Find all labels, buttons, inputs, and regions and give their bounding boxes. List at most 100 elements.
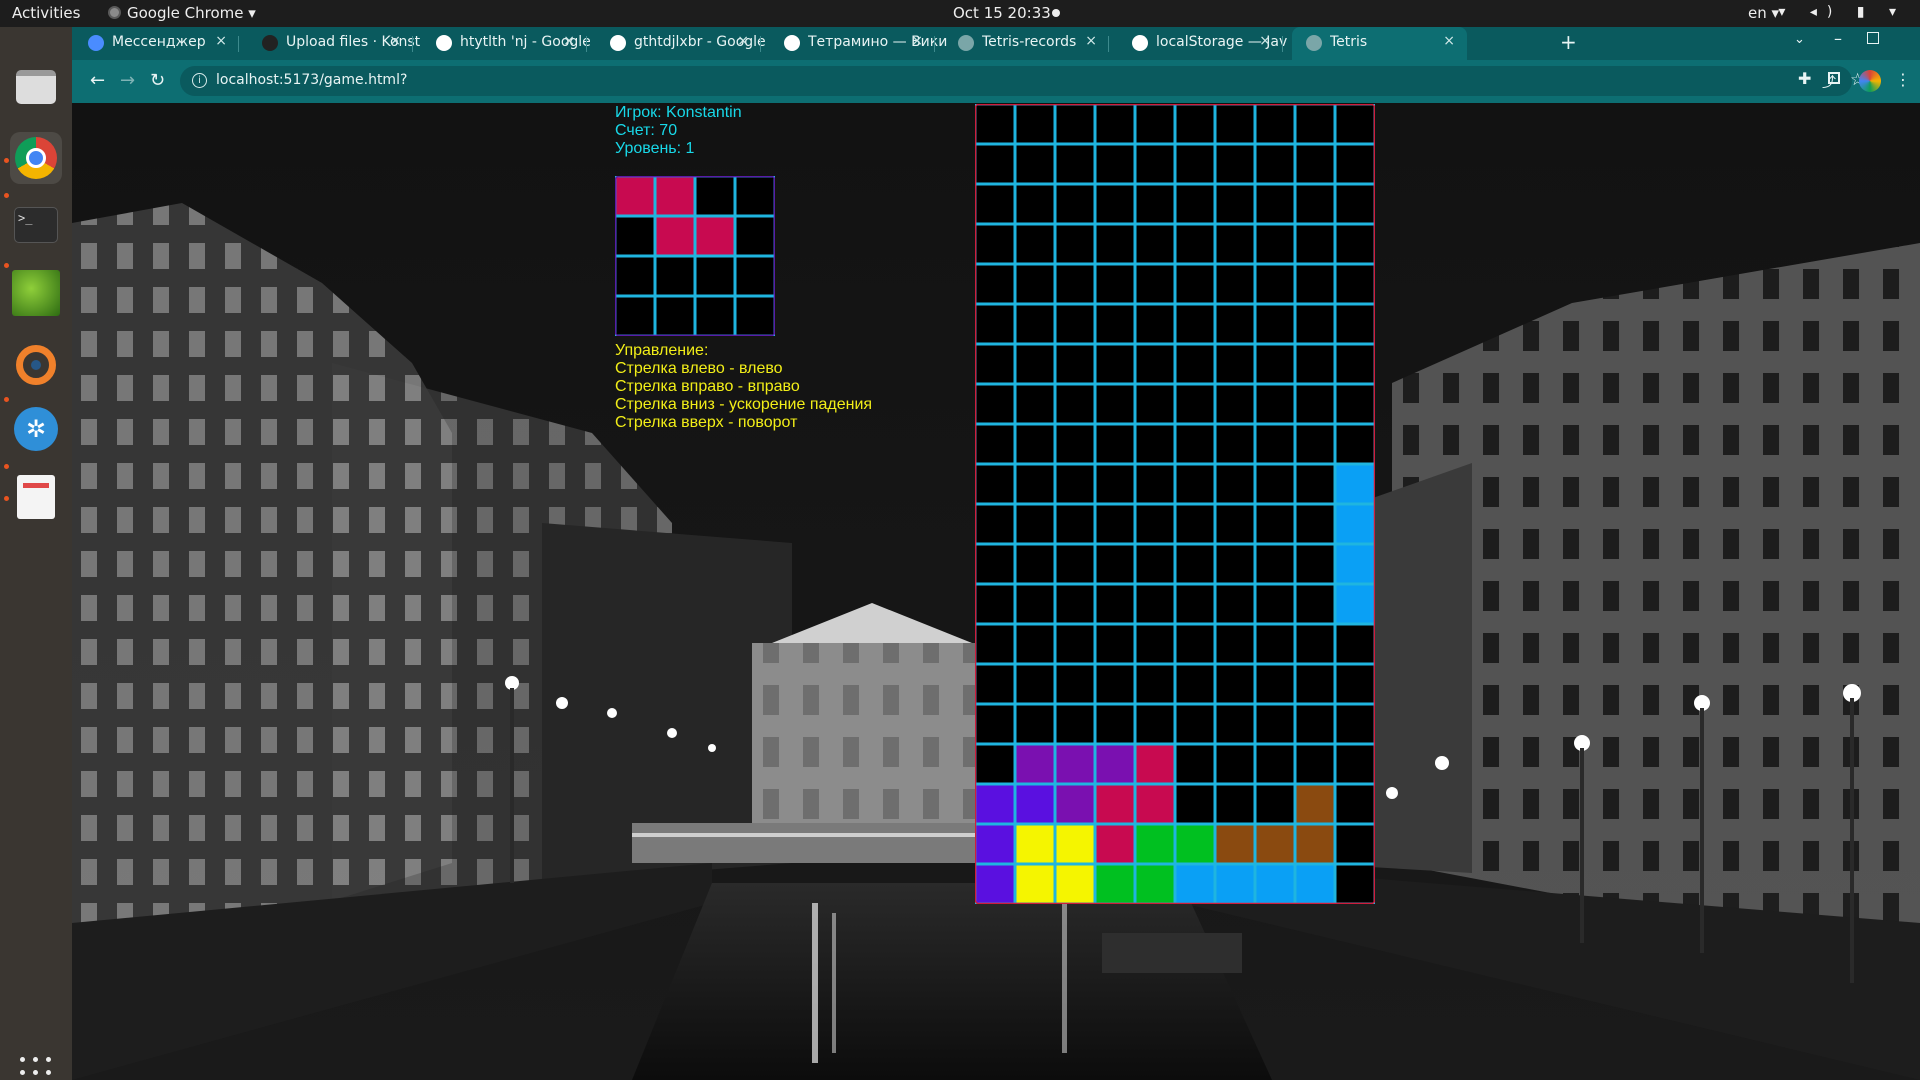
reload-icon[interactable]: ↻ — [150, 70, 165, 91]
board-empty-cell — [975, 104, 1015, 144]
tab-search-chevron-icon[interactable]: ⌄ — [1794, 32, 1805, 47]
board-empty-cell — [1135, 704, 1175, 744]
board-empty-cell — [1295, 344, 1335, 384]
language-indicator[interactable]: en ▾ — [1748, 4, 1779, 22]
board-empty-cell — [1215, 264, 1255, 304]
board-block — [1295, 784, 1335, 824]
clock[interactable]: Oct 15 20:33 — [953, 4, 1051, 22]
tab-title: Тетрамино — Вики — [808, 34, 948, 50]
tab-close-icon[interactable]: × — [1259, 33, 1271, 49]
board-empty-cell — [1135, 584, 1175, 624]
board-empty-cell — [1215, 624, 1255, 664]
tab-6[interactable]: Tetris-records × — [944, 27, 1109, 60]
controls-title: Управление: — [615, 342, 709, 359]
board-empty-cell — [1015, 184, 1055, 224]
board-empty-cell — [1295, 304, 1335, 344]
board-block — [1055, 784, 1095, 824]
board-empty-cell — [975, 704, 1015, 744]
tetris-board[interactable] — [975, 104, 1375, 904]
show-apps-grid-icon[interactable] — [20, 1057, 52, 1080]
board-empty-cell — [1095, 664, 1135, 704]
dock-kde-app[interactable]: ✲ — [10, 403, 62, 455]
board-empty-cell — [1175, 104, 1215, 144]
board-empty-cell — [1255, 624, 1295, 664]
tab-close-icon[interactable]: × — [737, 33, 749, 49]
board-block — [1095, 744, 1135, 784]
back-arrow-icon[interactable]: ← — [90, 70, 105, 91]
board-empty-cell — [1135, 624, 1175, 664]
tab-close-icon[interactable]: × — [1085, 33, 1097, 49]
tab-separator — [1282, 36, 1283, 52]
board-empty-cell — [1095, 424, 1135, 464]
board-empty-cell — [1175, 584, 1215, 624]
side-panel-icon[interactable] — [1828, 72, 1840, 84]
tab-close-icon[interactable]: × — [215, 33, 227, 49]
board-empty-cell — [1055, 424, 1095, 464]
board-empty-cell — [1095, 464, 1135, 504]
tab-5[interactable]: Тетрамино — Вики × — [770, 27, 947, 60]
game-info: Игрок: Konstantin Счет: 70 Уровень: 1 — [615, 104, 742, 158]
board-empty-cell — [1175, 424, 1215, 464]
level-value: Уровень: 1 — [615, 140, 695, 157]
dock-blender[interactable] — [10, 339, 62, 391]
board-empty-cell — [1175, 704, 1215, 744]
board-block — [1175, 824, 1215, 864]
url-text[interactable]: localhost:5173/game.html? — [216, 72, 407, 88]
preview-empty-cell — [615, 256, 655, 296]
board-empty-cell — [975, 384, 1015, 424]
address-bar[interactable]: i localhost:5173/game.html? ⤴ ☆ — [180, 66, 1865, 96]
tab-close-icon[interactable]: × — [563, 33, 575, 49]
dock-terminal[interactable]: >_ — [10, 199, 62, 251]
tab-4[interactable]: gthtdjlxbr - Google × — [596, 27, 766, 60]
tab-close-icon[interactable]: × — [389, 33, 401, 49]
board-empty-cell — [1295, 744, 1335, 784]
tab-7[interactable]: localStorage — Jav × — [1118, 27, 1287, 60]
board-empty-cell — [1335, 384, 1375, 424]
minimize-icon[interactable]: – — [1834, 29, 1842, 48]
dock-photos[interactable] — [10, 267, 62, 319]
new-tab-button[interactable]: + — [1560, 30, 1577, 54]
board-empty-cell — [1335, 184, 1375, 224]
info-icon[interactable]: i — [192, 73, 207, 88]
running-indicator — [4, 464, 9, 469]
board-empty-cell — [1055, 704, 1095, 744]
board-empty-cell — [1215, 144, 1255, 184]
kebab-menu-icon[interactable]: ⋮ — [1895, 70, 1911, 89]
tab-2[interactable]: Upload files · Konst × — [248, 27, 420, 60]
activities-button[interactable]: Activities — [12, 4, 80, 22]
preview-block — [655, 176, 695, 216]
google-icon — [436, 35, 452, 51]
board-empty-cell — [1295, 584, 1335, 624]
tab-close-icon[interactable]: × — [911, 33, 923, 49]
board-empty-cell — [1055, 144, 1095, 184]
board-empty-cell — [1055, 264, 1095, 304]
profile-avatar[interactable] — [1859, 70, 1881, 92]
page-viewport: Игрок: Konstantin Счет: 70 Уровень: 1 Уп… — [72, 103, 1920, 1080]
board-empty-cell — [1135, 264, 1175, 304]
board-empty-cell — [1095, 264, 1135, 304]
forward-arrow-icon[interactable]: → — [120, 70, 135, 91]
tab-close-icon[interactable]: × — [1443, 33, 1455, 49]
tab-3[interactable]: htytlth 'nj - Google × — [422, 27, 591, 60]
messenger-icon — [88, 35, 104, 51]
preview-block — [655, 216, 695, 256]
preview-empty-cell — [735, 296, 775, 336]
dock-files[interactable] — [10, 61, 62, 113]
maximize-icon[interactable] — [1867, 32, 1879, 44]
board-empty-cell — [1095, 184, 1135, 224]
board-empty-cell — [1255, 264, 1295, 304]
app-menu-label: Google Chrome ▾ — [127, 4, 256, 22]
board-empty-cell — [1135, 144, 1175, 184]
system-status-icons[interactable]: ▾ ◂) ▮ ▾ — [1778, 4, 1906, 20]
google-icon — [610, 35, 626, 51]
board-empty-cell — [1095, 624, 1135, 664]
dock-chrome[interactable] — [10, 132, 62, 184]
tab-1[interactable]: Мессенджер × — [74, 27, 239, 60]
dock-document-viewer[interactable] — [10, 471, 62, 523]
board-empty-cell — [1055, 664, 1095, 704]
app-menu[interactable]: Google Chrome ▾ — [108, 4, 256, 22]
tab-8[interactable]: Tetris × — [1292, 27, 1467, 60]
board-block — [1055, 864, 1095, 904]
extensions-puzzle-icon[interactable]: ✚ — [1798, 69, 1811, 88]
board-empty-cell — [975, 544, 1015, 584]
